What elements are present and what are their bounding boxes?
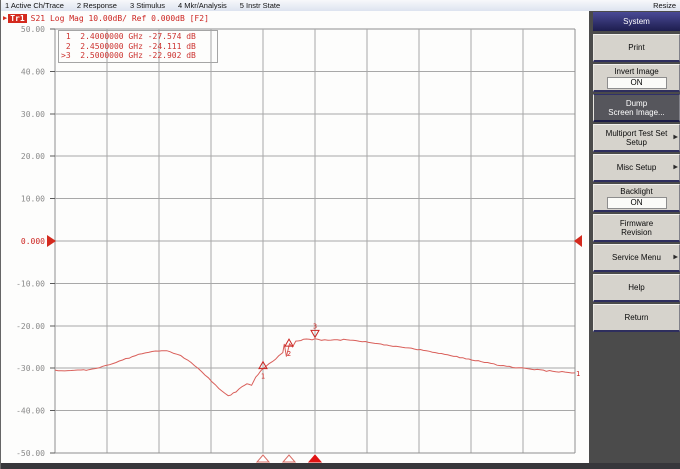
menu-item-4[interactable]: 4 Mkr/Analysis <box>178 1 227 10</box>
marker-2-number: 2 <box>287 350 291 358</box>
y-axis-label: 10.00 <box>21 195 45 204</box>
softkey-label: Dump <box>626 99 647 108</box>
trace-badge[interactable]: Tr1 <box>8 14 26 23</box>
stimulus-marker-2-icon[interactable] <box>283 455 295 462</box>
active-trace-indicator-icon: ▶ <box>3 14 7 22</box>
softkey-backlight[interactable]: BacklightON <box>593 184 680 212</box>
softkey-misc-setup[interactable]: Misc Setup ▶ <box>593 154 680 182</box>
y-axis-label: -50.00 <box>16 449 45 458</box>
softkey-label: Misc Setup <box>617 163 657 172</box>
y-axis-label: -30.00 <box>16 364 45 373</box>
graph-area: ▶ Tr1 S21 Log Mag 10.00dB/ Ref 0.000dB [… <box>1 11 589 463</box>
softkey-menu-title: System <box>593 12 680 31</box>
softkey-help[interactable]: Help <box>593 274 680 302</box>
softkey-service-menu[interactable]: Service Menu ▶ <box>593 244 680 272</box>
y-axis-label: 0.000 <box>21 237 45 246</box>
stimulus-marker-3-icon-active[interactable] <box>309 455 321 462</box>
y-axis-label: 20.00 <box>21 152 45 161</box>
y-axis-label: -40.00 <box>16 407 45 416</box>
marker-1-number: 1 <box>261 373 265 381</box>
y-axis-label: 50.00 <box>21 25 45 34</box>
softkey-state-value: ON <box>607 77 667 89</box>
softkey-label: Return <box>624 313 648 322</box>
softkey-buttons: PrintInvert ImageONDumpScreen Image...Mu… <box>593 34 680 332</box>
softkey-state-value: ON <box>607 197 667 209</box>
softkey-label: Service Menu <box>612 253 661 262</box>
trace-number-label: 1 <box>576 370 580 378</box>
menu-item-5[interactable]: 5 Instr State <box>240 1 280 10</box>
softkey-label: Print <box>628 43 644 52</box>
marker-readout-table: 1 2.4000000 GHz -27.574 dB 2 2.4500000 G… <box>58 30 218 63</box>
menu-items: 1 Active Ch/Trace 2 Response 3 Stimulus 4 M… <box>1 1 280 10</box>
y-axis-label: 30.00 <box>21 110 45 119</box>
softkey-return[interactable]: Return <box>593 304 680 332</box>
softkey-label: Help <box>628 283 644 292</box>
softkey-label: Multiport Test Set <box>606 129 668 138</box>
softkey-label: Backlight <box>620 187 652 196</box>
softkey-firmware-revision[interactable]: FirmwareRevision <box>593 214 680 242</box>
softkey-invert-image[interactable]: Invert ImageON <box>593 64 680 92</box>
y-axis-label: -20.00 <box>16 322 45 331</box>
submenu-arrow-icon: ▶ <box>673 253 678 262</box>
softkey-print[interactable]: Print <box>593 34 680 62</box>
softkey-label: Invert Image <box>614 67 658 76</box>
submenu-arrow-icon: ▶ <box>673 133 678 142</box>
marker-3-number: 3 <box>313 322 317 330</box>
menu-item-2[interactable]: 2 Response <box>77 1 117 10</box>
softkey-label: Screen Image... <box>608 108 664 117</box>
bottom-status-bar <box>1 463 680 469</box>
resize-button[interactable]: Resize <box>653 1 680 10</box>
softkey-label: Revision <box>621 228 652 237</box>
softkey-label: Firmware <box>620 219 653 228</box>
measurement-plot: 50.00 40.00 30.00 20.00 10.00 0.000 -10.00 -20.… <box>1 11 589 463</box>
y-axis-label: -10.00 <box>16 279 45 288</box>
menu-item-1[interactable]: 1 Active Ch/Trace <box>5 1 64 10</box>
submenu-arrow-icon: ▶ <box>673 163 678 172</box>
trace-params-text[interactable]: S21 Log Mag 10.00dB/ Ref 0.000dB [F2] <box>31 14 209 23</box>
vna-window: 1 Active Ch/Trace 2 Response 3 Stimulus 4 M… <box>0 0 680 469</box>
stimulus-marker-1-icon[interactable] <box>257 455 269 462</box>
softkey-label: Setup <box>626 138 647 147</box>
softkey-dump-screen-image[interactable]: DumpScreen Image... <box>593 94 680 122</box>
softkey-panel: System PrintInvert ImageONDumpScreen Ima… <box>589 11 680 463</box>
trace-status-line: ▶ Tr1 S21 Log Mag 10.00dB/ Ref 0.000dB [… <box>3 12 209 24</box>
menu-item-3[interactable]: 3 Stimulus <box>130 1 165 10</box>
softkey-multiport-test-set-setup[interactable]: Multiport Test SetSetup ▶ <box>593 124 680 152</box>
y-axis-label: 40.00 <box>21 67 45 76</box>
